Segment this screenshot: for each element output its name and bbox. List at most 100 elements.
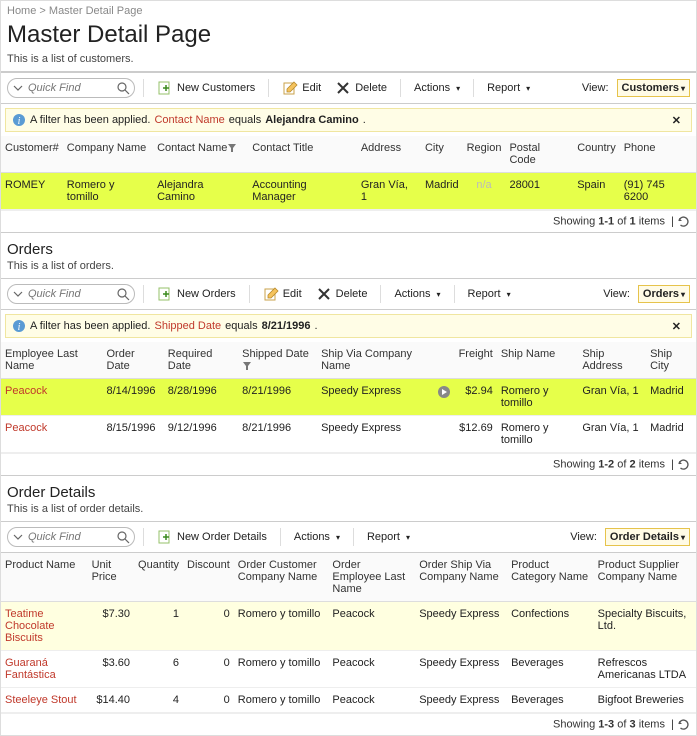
col-phone[interactable]: Phone [620,136,696,173]
customers-grid: Customer# Company Name Contact Name Cont… [1,136,696,210]
col-shipname[interactable]: Ship Name [497,342,579,379]
col-employee[interactable]: Employee Last Name [1,342,103,379]
row-arrow-icon [433,416,455,453]
chevron-down-icon: ▾ [456,84,460,93]
col-title[interactable]: Contact Title [248,136,357,173]
col-psup[interactable]: Product Supplier Company Name [594,553,696,602]
cell-oemp: Peacock [328,651,415,688]
table-row[interactable]: Guaraná Fantástica $3.60 6 0 Romero y to… [1,651,696,688]
quickfind-input[interactable] [26,286,116,302]
close-filter-button[interactable]: ✕ [668,114,685,127]
quickfind[interactable] [7,78,135,98]
quickfind-dropdown-icon[interactable] [10,529,26,545]
col-pcat[interactable]: Product Category Name [507,553,594,602]
col-shipaddr[interactable]: Ship Address [578,342,646,379]
breadcrumb: Home > Master Detail Page [1,1,696,21]
col-customer-id[interactable]: Customer# [1,136,63,173]
delete-button[interactable]: Delete [311,283,373,305]
search-icon[interactable] [116,287,130,301]
table-row[interactable]: ROMEY Romero y tomillo Alejandra Camino … [1,173,696,210]
col-postal[interactable]: Postal Code [505,136,573,173]
close-filter-button[interactable]: ✕ [668,320,685,333]
col-shipped-date[interactable]: Shipped Date [238,342,317,379]
filter-value: 8/21/1996 [262,320,311,332]
cell-sdate: 8/21/1996 [238,379,317,416]
cell-employee[interactable]: Peacock [1,379,103,416]
cell-product[interactable]: Guaraná Fantástica [1,651,88,688]
col-product[interactable]: Product Name [1,553,88,602]
view-selector[interactable]: Order Details▾ [605,528,690,546]
search-icon[interactable] [116,81,130,95]
edit-button[interactable]: Edit [277,77,326,99]
chevron-down-icon: ▾ [406,533,410,542]
search-icon[interactable] [116,530,130,544]
cell-company: Romero y tomillo [63,173,153,210]
cell-shipaddr: Gran Vía, 1 [578,379,646,416]
col-address[interactable]: Address [357,136,421,173]
view-selector[interactable]: Orders▾ [638,285,690,303]
col-oship[interactable]: Order Ship Via Company Name [415,553,507,602]
col-region[interactable]: Region [463,136,506,173]
quickfind-input[interactable] [26,529,116,545]
new-customers-button[interactable]: New Customers [152,77,260,99]
refresh-icon[interactable] [677,718,690,731]
table-row[interactable]: Steeleye Stout $14.40 4 0 Romero y tomil… [1,688,696,713]
col-company[interactable]: Company Name [63,136,153,173]
new-orders-button[interactable]: New Orders [152,283,241,305]
col-country[interactable]: Country [573,136,620,173]
orders-filter-notice: i A filter has been applied. Shipped Dat… [5,314,692,338]
row-arrow-icon[interactable] [433,379,455,416]
refresh-icon[interactable] [677,215,690,228]
report-button[interactable]: Report▾ [463,285,516,303]
edit-button[interactable]: Edit [258,283,307,305]
col-shipcity[interactable]: Ship City [646,342,696,379]
col-price[interactable]: Unit Price [88,553,134,602]
view-selector[interactable]: Customers▾ [617,79,690,97]
col-city[interactable]: City [421,136,463,173]
new-icon [157,80,173,96]
cell-ocust: Romero y tomillo [234,688,329,713]
col-shipvia[interactable]: Ship Via Company Name [317,342,433,379]
actions-button[interactable]: Actions▾ [389,285,445,303]
view-label: View: [582,82,609,94]
view-label: View: [603,288,630,300]
edit-icon [282,80,298,96]
col-order-date[interactable]: Order Date [103,342,164,379]
col-qty[interactable]: Quantity [134,553,183,602]
new-order-details-button[interactable]: New Order Details [152,526,272,548]
cell-employee[interactable]: Peacock [1,416,103,453]
col-freight[interactable]: Freight [455,342,497,379]
delete-button[interactable]: Delete [330,77,392,99]
quickfind-input[interactable] [26,80,116,96]
view-label: View: [570,531,597,543]
quickfind-dropdown-icon[interactable] [10,80,26,96]
table-row[interactable]: Peacock 8/15/1996 9/12/1996 8/21/1996 Sp… [1,416,696,453]
report-button[interactable]: Report▾ [482,79,535,97]
cell-product[interactable]: Teatime Chocolate Biscuits [1,602,88,651]
quickfind-dropdown-icon[interactable] [10,286,26,302]
cell-shipname: Romero y tomillo [497,416,579,453]
cell-country: Spain [573,173,620,210]
quickfind[interactable] [7,527,135,547]
col-contact[interactable]: Contact Name [153,136,248,173]
col-disc[interactable]: Discount [183,553,234,602]
refresh-icon[interactable] [677,458,690,471]
actions-button[interactable]: Actions▾ [409,79,465,97]
report-button[interactable]: Report▾ [362,528,415,546]
customers-filter-notice: i A filter has been applied. Contact Nam… [5,108,692,132]
col-oemp[interactable]: Order Employee Last Name [328,553,415,602]
cell-qty: 4 [134,688,183,713]
cell-product[interactable]: Steeleye Stout [1,688,88,713]
table-row[interactable]: Peacock 8/14/1996 8/28/1996 8/21/1996 Sp… [1,379,696,416]
cell-rdate: 9/12/1996 [164,416,238,453]
actions-button[interactable]: Actions▾ [289,528,345,546]
details-title: Order Details [1,475,696,503]
breadcrumb-home-link[interactable]: Home [7,5,36,17]
quickfind[interactable] [7,284,135,304]
table-row[interactable]: Teatime Chocolate Biscuits $7.30 1 0 Rom… [1,602,696,651]
col-required-date[interactable]: Required Date [164,342,238,379]
svg-text:i: i [18,322,21,333]
delete-icon [335,80,351,96]
col-ocust[interactable]: Order Customer Company Name [234,553,329,602]
filter-icon [227,143,237,153]
